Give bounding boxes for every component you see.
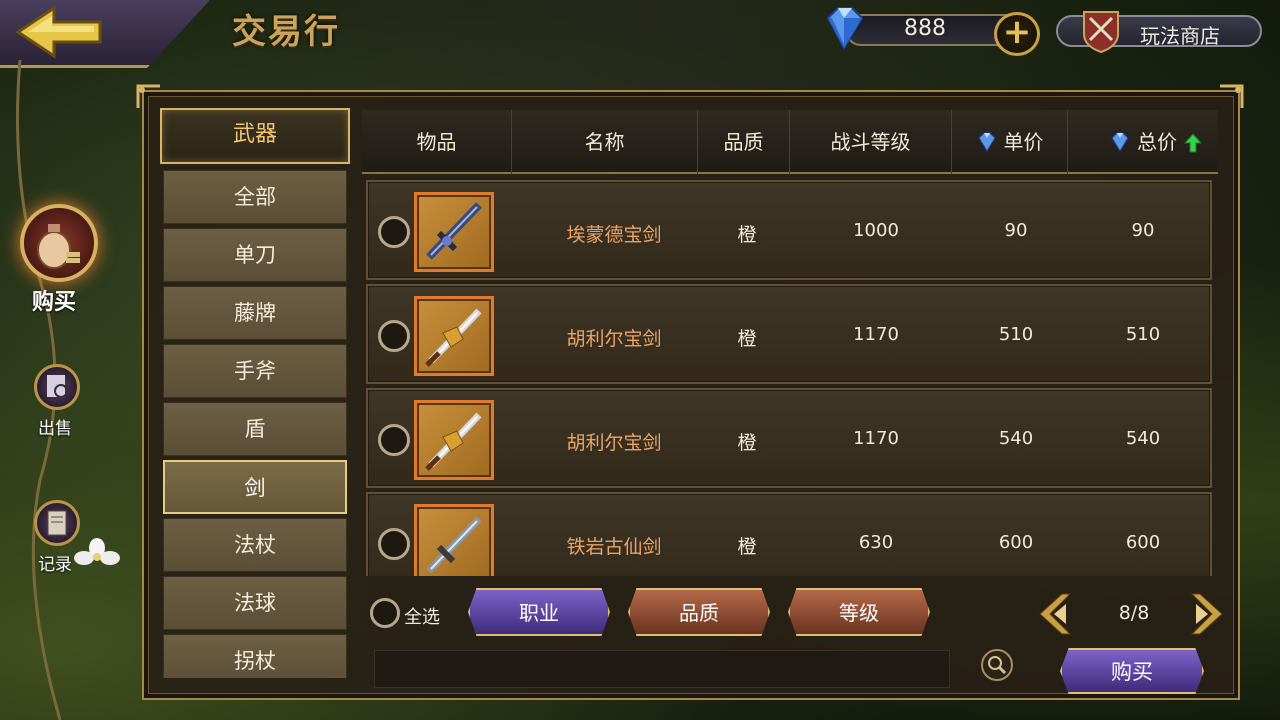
row-select-radio[interactable] — [378, 320, 410, 352]
item-combat-level: 1170 — [853, 428, 899, 449]
item-combat-level: 1000 — [853, 220, 899, 241]
filter-job-button[interactable]: 职业 — [468, 588, 610, 636]
page-indicator: 8/8 — [1118, 602, 1150, 624]
item-unit-price: 600 — [998, 532, 1034, 553]
table-row[interactable]: 胡利尔宝剑 橙 1170 510 510 — [366, 284, 1212, 384]
column-header-unit-price-label: 单价 — [1003, 130, 1044, 154]
money-bag-icon — [37, 224, 80, 269]
category-item-cane[interactable]: 拐杖 — [163, 634, 347, 678]
diamond-icon — [977, 132, 996, 152]
page-title: 交易行 — [232, 12, 340, 52]
item-combat-level: 1170 — [853, 324, 899, 345]
item-total-price: 90 — [1131, 220, 1155, 241]
buy-button[interactable]: 购买 — [1060, 648, 1204, 694]
row-select-radio[interactable] — [378, 216, 410, 248]
item-unit-price: 90 — [1004, 220, 1028, 241]
category-item-single-blade[interactable]: 单刀 — [163, 228, 347, 282]
scroll-record-icon — [47, 510, 67, 536]
side-record-label: 记录 — [38, 555, 72, 575]
add-currency-button[interactable]: + — [994, 12, 1040, 56]
golden-dragon-sword-icon — [425, 412, 482, 471]
column-header-item[interactable]: 物品 — [362, 110, 512, 174]
side-buy-button[interactable] — [20, 204, 98, 282]
item-slot[interactable] — [414, 504, 494, 576]
item-total-price: 510 — [1125, 324, 1161, 345]
sort-ascending-arrow-icon[interactable] — [1184, 133, 1202, 153]
back-arrow-icon[interactable] — [14, 4, 104, 60]
dark-blue-sword-icon — [426, 202, 482, 260]
item-name: 胡利尔宝剑 — [566, 328, 662, 350]
table-header: 物品 名称 品质 战斗等级 单价 总价 — [362, 110, 1218, 174]
column-header-name[interactable]: 名称 — [512, 110, 698, 174]
item-quality: 橙 — [737, 328, 757, 350]
category-item-shield[interactable]: 盾 — [163, 402, 347, 456]
category-item-rattan-shield[interactable]: 藤牌 — [163, 286, 347, 340]
category-header-weapons[interactable]: 武器 — [160, 108, 350, 164]
item-quality: 橙 — [737, 432, 757, 454]
category-list: 武器 全部 单刀 藤牌 手斧 盾 剑 法杖 法球 拐杖 — [160, 106, 352, 678]
item-total-price: 600 — [1125, 532, 1161, 553]
table-row[interactable]: 铁岩古仙剑 橙 630 600 600 — [366, 492, 1212, 576]
select-all-label[interactable]: 全选 — [404, 603, 440, 629]
item-quality: 橙 — [737, 224, 757, 246]
search-icon[interactable] — [980, 648, 1014, 682]
side-sell-label: 出售 — [38, 419, 72, 439]
row-select-radio[interactable] — [378, 424, 410, 456]
currency-amount: 888 — [904, 16, 946, 41]
filter-quality-button[interactable]: 品质 — [628, 588, 770, 636]
iron-rock-sword-icon — [426, 516, 482, 574]
category-item-staff[interactable]: 法杖 — [163, 518, 347, 572]
golden-dragon-sword-icon — [425, 308, 482, 367]
table-row[interactable]: 埃蒙德宝剑 橙 1000 90 90 — [366, 180, 1212, 280]
page-next-arrow-icon[interactable] — [1178, 592, 1226, 636]
item-unit-price: 540 — [998, 428, 1034, 449]
column-header-total-price-label: 总价 — [1137, 130, 1177, 154]
sell-search-icon — [47, 375, 68, 398]
listing-rows: 埃蒙德宝剑 橙 1000 90 90 胡利尔宝剑 橙 1170 510 510 — [362, 176, 1218, 576]
search-input[interactable] — [374, 650, 950, 688]
page-prev-arrow-icon[interactable] — [1036, 592, 1084, 636]
diamond-icon — [1111, 132, 1129, 152]
item-name: 埃蒙德宝剑 — [566, 224, 662, 246]
filter-level-button[interactable]: 等级 — [788, 588, 930, 636]
diamond-icon — [826, 7, 864, 51]
select-all-radio[interactable] — [370, 598, 400, 628]
white-flower-decoration — [74, 538, 120, 565]
column-header-quality[interactable]: 品质 — [698, 110, 790, 174]
column-header-unit-price[interactable]: 单价 — [952, 110, 1068, 174]
column-header-combat-level[interactable]: 战斗等级 — [790, 110, 952, 174]
item-slot[interactable] — [414, 192, 494, 272]
item-name: 铁岩古仙剑 — [566, 536, 662, 558]
corner-ornament-icon — [1220, 84, 1244, 108]
side-buy-label: 购买 — [32, 290, 77, 315]
item-name: 胡利尔宝剑 — [566, 432, 662, 454]
side-sell-button[interactable] — [34, 364, 80, 410]
item-slot[interactable] — [414, 296, 494, 376]
corner-ornament-icon — [136, 84, 160, 108]
crossed-swords-shield-icon — [1083, 11, 1119, 54]
category-item-hand-axe[interactable]: 手斧 — [163, 344, 347, 398]
row-select-radio[interactable] — [378, 528, 410, 560]
item-slot[interactable] — [414, 400, 494, 480]
item-unit-price: 510 — [998, 324, 1034, 345]
item-total-price: 540 — [1125, 428, 1161, 449]
play-shop-label: 玩法商店 — [1140, 24, 1220, 48]
item-combat-level: 630 — [858, 532, 894, 553]
table-row[interactable]: 胡利尔宝剑 橙 1170 540 540 — [366, 388, 1212, 488]
item-quality: 橙 — [737, 536, 757, 558]
category-item-all[interactable]: 全部 — [163, 170, 347, 224]
category-item-sword[interactable]: 剑 — [163, 460, 347, 514]
category-item-orb[interactable]: 法球 — [163, 576, 347, 630]
